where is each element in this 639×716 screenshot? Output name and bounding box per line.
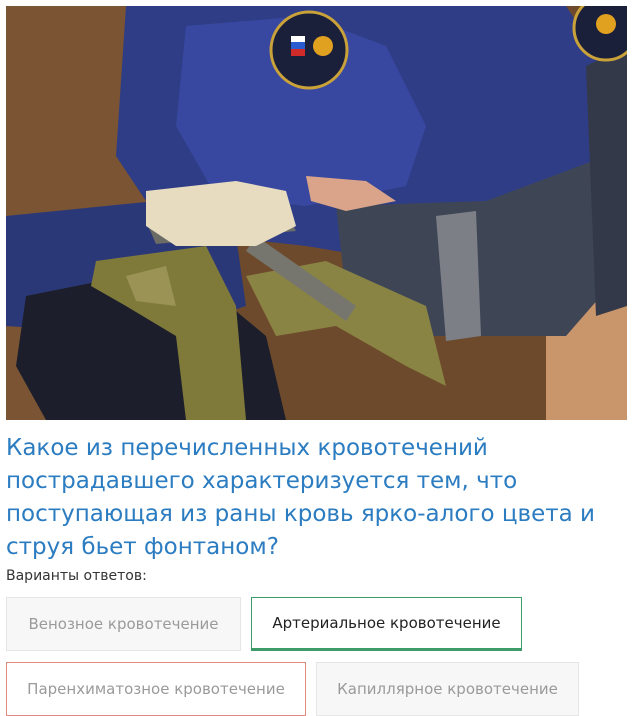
question-photo: [6, 6, 627, 420]
answers-label: Варианты ответов:: [6, 568, 147, 584]
question-text: Какое из перечисленных кровотечений пост…: [6, 435, 595, 560]
answer-option-capillary[interactable]: Капиллярное кровотечение: [316, 662, 579, 716]
answer-option-arterial[interactable]: Артериальное кровотечение: [251, 597, 522, 651]
answer-option-parenchymal[interactable]: Паренхиматозное кровотечение: [6, 662, 306, 716]
answer-option-venous[interactable]: Венозное кровотечение: [6, 597, 241, 651]
